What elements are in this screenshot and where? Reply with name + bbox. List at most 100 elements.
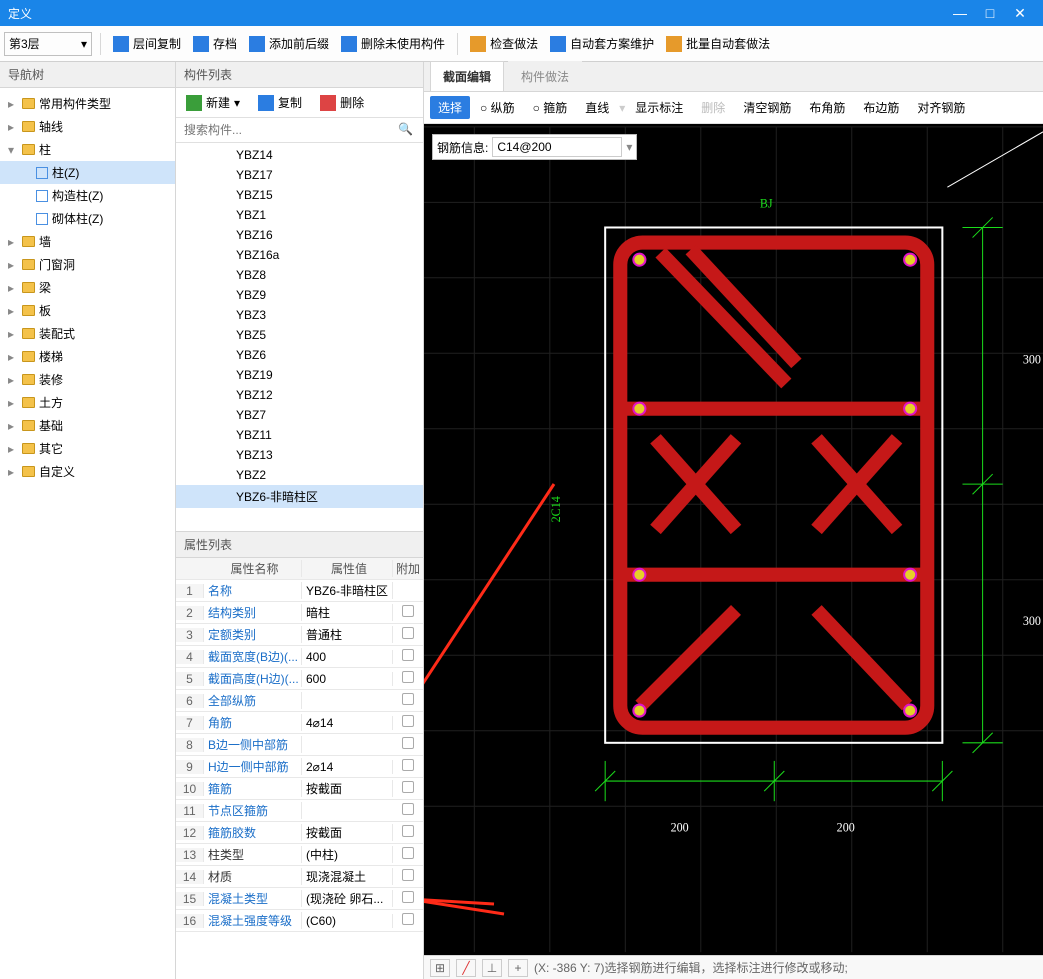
- batch-auto-button[interactable]: 批量自动套做法: [662, 33, 774, 54]
- copy-component-button[interactable]: 复制: [254, 92, 306, 113]
- status-btn-1[interactable]: ⊞: [430, 959, 450, 977]
- component-item[interactable]: YBZ13: [176, 445, 423, 465]
- nav-item[interactable]: ▸板: [0, 299, 175, 322]
- show-label-button[interactable]: 显示标注: [627, 96, 691, 119]
- delete-component-button[interactable]: 删除: [316, 92, 368, 113]
- component-item[interactable]: YBZ17: [176, 165, 423, 185]
- nav-item[interactable]: ▸自定义: [0, 460, 175, 483]
- status-btn-3[interactable]: ⊥: [482, 959, 502, 977]
- vbar-radio[interactable]: 纵筋: [472, 96, 523, 119]
- property-row[interactable]: 8B边一侧中部筋: [176, 734, 423, 756]
- property-row[interactable]: 15混凝土类型(现浇砼 卵石...: [176, 888, 423, 910]
- property-row[interactable]: 11节点区箍筋: [176, 800, 423, 822]
- floor-selector[interactable]: 第3层 ▾: [4, 32, 92, 56]
- clear-rebar-button[interactable]: 清空钢筋: [735, 96, 799, 119]
- line-button[interactable]: 直线: [577, 96, 617, 119]
- component-item[interactable]: YBZ16a: [176, 245, 423, 265]
- corner-rebar-button[interactable]: 布角筋: [801, 96, 853, 119]
- status-btn-2[interactable]: ╱: [456, 959, 476, 977]
- nav-item[interactable]: ▸装修: [0, 368, 175, 391]
- rebar-info-input[interactable]: [492, 137, 622, 157]
- component-search[interactable]: 🔍: [176, 118, 423, 143]
- property-row[interactable]: 14材质现浇混凝土: [176, 866, 423, 888]
- nav-item[interactable]: ▸装配式: [0, 322, 175, 345]
- nav-item[interactable]: ▸门窗洞: [0, 253, 175, 276]
- nav-item[interactable]: ▸楼梯: [0, 345, 175, 368]
- component-item[interactable]: YBZ7: [176, 405, 423, 425]
- check-method-button[interactable]: 检查做法: [466, 33, 542, 54]
- component-item[interactable]: YBZ15: [176, 185, 423, 205]
- auto-scheme-button[interactable]: 自动套方案维护: [546, 33, 658, 54]
- layer-copy-button[interactable]: 层间复制: [109, 33, 185, 54]
- nav-item[interactable]: ▸墙: [0, 230, 175, 253]
- checkbox[interactable]: [402, 715, 414, 727]
- checkbox[interactable]: [402, 913, 414, 925]
- component-item[interactable]: YBZ3: [176, 305, 423, 325]
- checkbox[interactable]: [402, 781, 414, 793]
- close-button[interactable]: ✕: [1005, 5, 1035, 22]
- checkbox[interactable]: [402, 627, 414, 639]
- nav-item[interactable]: ▸基础: [0, 414, 175, 437]
- checkbox[interactable]: [402, 693, 414, 705]
- component-item[interactable]: YBZ8: [176, 265, 423, 285]
- stirrup-radio[interactable]: 箍筋: [525, 96, 576, 119]
- nav-item[interactable]: ▾柱: [0, 138, 175, 161]
- nav-subitem[interactable]: 柱(Z): [0, 161, 175, 184]
- checkbox[interactable]: [402, 891, 414, 903]
- checkbox[interactable]: [402, 869, 414, 881]
- property-row[interactable]: 10箍筋按截面: [176, 778, 423, 800]
- component-item[interactable]: YBZ6: [176, 345, 423, 365]
- component-item[interactable]: YBZ1: [176, 205, 423, 225]
- nav-subitem[interactable]: 砌体柱(Z): [0, 207, 175, 230]
- delete-unused-button[interactable]: 删除未使用构件: [337, 33, 449, 54]
- property-row[interactable]: 6全部纵筋: [176, 690, 423, 712]
- maximize-button[interactable]: □: [975, 5, 1005, 21]
- checkbox[interactable]: [402, 847, 414, 859]
- property-row[interactable]: 13柱类型(中柱): [176, 844, 423, 866]
- delete-button[interactable]: 删除: [693, 96, 733, 119]
- status-btn-4[interactable]: +: [508, 959, 528, 977]
- checkbox[interactable]: [402, 671, 414, 683]
- property-row[interactable]: 16混凝土强度等级(C60): [176, 910, 423, 932]
- nav-item[interactable]: ▸常用构件类型: [0, 92, 175, 115]
- checkbox[interactable]: [402, 803, 414, 815]
- section-canvas[interactable]: 钢筋信息: ▾: [424, 124, 1043, 955]
- component-item[interactable]: YBZ2: [176, 465, 423, 485]
- search-icon[interactable]: 🔍: [398, 122, 413, 136]
- nav-item[interactable]: ▸其它: [0, 437, 175, 460]
- align-rebar-button[interactable]: 对齐钢筋: [909, 96, 973, 119]
- nav-item[interactable]: ▸梁: [0, 276, 175, 299]
- component-item[interactable]: YBZ11: [176, 425, 423, 445]
- property-row[interactable]: 7角筋4⌀14: [176, 712, 423, 734]
- property-row[interactable]: 12箍筋胶数按截面: [176, 822, 423, 844]
- checkbox[interactable]: [402, 737, 414, 749]
- checkbox[interactable]: [402, 759, 414, 771]
- archive-button[interactable]: 存档: [189, 33, 241, 54]
- edge-rebar-button[interactable]: 布边筋: [855, 96, 907, 119]
- component-item[interactable]: YBZ6-非暗柱区: [176, 485, 423, 508]
- add-prefix-suffix-button[interactable]: 添加前后缀: [245, 33, 333, 54]
- tab-component-method[interactable]: 构件做法: [508, 61, 582, 91]
- component-item[interactable]: YBZ16: [176, 225, 423, 245]
- nav-item[interactable]: ▸轴线: [0, 115, 175, 138]
- component-item[interactable]: YBZ5: [176, 325, 423, 345]
- checkbox[interactable]: [402, 825, 414, 837]
- property-row[interactable]: 9H边一侧中部筋2⌀14: [176, 756, 423, 778]
- tab-section-edit[interactable]: 截面编辑: [430, 61, 504, 91]
- nav-subitem[interactable]: 构造柱(Z): [0, 184, 175, 207]
- checkbox[interactable]: [402, 605, 414, 617]
- nav-item[interactable]: ▸土方: [0, 391, 175, 414]
- property-row[interactable]: 2结构类别暗柱: [176, 602, 423, 624]
- component-item[interactable]: YBZ14: [176, 145, 423, 165]
- component-item[interactable]: YBZ12: [176, 385, 423, 405]
- component-item[interactable]: YBZ9: [176, 285, 423, 305]
- checkbox[interactable]: [402, 649, 414, 661]
- property-row[interactable]: 4截面宽度(B边)(...400: [176, 646, 423, 668]
- new-component-button[interactable]: 新建 ▾: [182, 92, 244, 113]
- select-button[interactable]: 选择: [430, 96, 470, 119]
- minimize-button[interactable]: —: [945, 5, 975, 21]
- component-search-input[interactable]: [182, 120, 417, 140]
- component-item[interactable]: YBZ19: [176, 365, 423, 385]
- property-row[interactable]: 3定额类别普通柱: [176, 624, 423, 646]
- property-row[interactable]: 1名称YBZ6-非暗柱区: [176, 580, 423, 602]
